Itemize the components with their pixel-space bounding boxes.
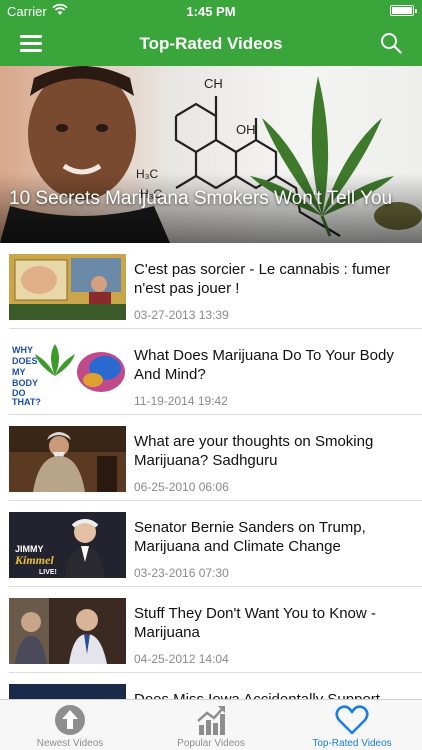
video-thumbnail <box>9 254 126 320</box>
video-date: 06-25-2010 06:06 <box>134 480 229 494</box>
tab-popular-videos[interactable]: Popular Videos <box>141 700 281 750</box>
featured-video[interactable]: CH OH H₃C H₃C 10 Secrets Marijuana Smoke… <box>0 66 422 243</box>
video-title: What are your thoughts on Smoking Mariju… <box>134 433 374 469</box>
video-title: Does Miss Iowa Accidentally Support <box>134 690 410 699</box>
featured-title: 10 Secrets Marijuana Smokers Won't Tell … <box>9 188 393 209</box>
video-thumbnail: JIMMY Kimmel LIVE! <box>9 512 126 578</box>
video-date: 03-27-2013 13:39 <box>134 308 229 322</box>
thumb-text: MY <box>12 367 26 377</box>
tab-label: Top-Rated Videos <box>312 738 392 749</box>
tab-label: Popular Videos <box>177 738 245 749</box>
video-thumbnail: WHY DOES MY BODY DO THAT? <box>9 340 126 406</box>
tab-top-rated-videos[interactable]: Top-Rated Videos <box>282 700 422 750</box>
thumb-text: DOES <box>12 356 38 366</box>
thumb-text: WHY <box>12 345 33 355</box>
tab-newest-videos[interactable]: Newest Videos <box>0 700 140 750</box>
list-item[interactable]: What are your thoughts on Smoking Mariju… <box>0 415 422 501</box>
list-item[interactable]: JIMMY Kimmel LIVE! Senator Bernie Sander… <box>0 501 422 587</box>
clock: 1:45 PM <box>186 4 236 19</box>
chart-icon <box>197 706 225 735</box>
video-title: What Does Marijuana Do To Your Body And … <box>134 347 394 383</box>
list-item[interactable]: Stuff They Don't Want You to Know - Mari… <box>0 587 422 673</box>
thumb-text: LIVE! <box>39 569 57 576</box>
list-item[interactable]: Does Miss Iowa Accidentally Support <box>0 673 422 699</box>
thumb-text: THAT? <box>12 397 41 406</box>
search-icon[interactable] <box>380 32 402 54</box>
list-item[interactable]: C'est pas sorcier - Le cannabis : fumer … <box>0 243 422 329</box>
video-title: C'est pas sorcier - Le cannabis : fumer … <box>134 261 391 297</box>
video-title: Senator Bernie Sanders on Trump, Marijua… <box>134 519 366 555</box>
list-item[interactable]: WHY DOES MY BODY DO THAT? What Does Mari… <box>0 329 422 415</box>
arrow-up-circle-icon <box>55 705 85 735</box>
page-title: Top-Rated Videos <box>139 34 283 53</box>
tab-bar: Newest Videos Popular Videos Top-Rated V… <box>0 699 422 750</box>
thumb-text: Kimmel <box>14 553 54 567</box>
thumb-text: BODY <box>12 378 38 388</box>
video-date: 03-23-2016 07:30 <box>134 566 229 580</box>
video-date: 11-19-2014 19:42 <box>134 394 228 408</box>
video-thumbnail <box>9 598 126 664</box>
video-list[interactable]: C'est pas sorcier - Le cannabis : fumer … <box>0 243 422 699</box>
nav-bar: Top-Rated Videos <box>0 22 422 66</box>
tab-label: Newest Videos <box>36 738 104 749</box>
video-thumbnail <box>9 684 126 699</box>
svg-text:OH: OH <box>236 122 256 137</box>
heart-icon <box>335 705 369 735</box>
video-date: 04-25-2012 14:04 <box>134 652 229 666</box>
battery-icon <box>390 5 417 16</box>
video-title: Stuff They Don't Want You to Know - Mari… <box>134 605 376 641</box>
video-thumbnail <box>9 426 126 492</box>
status-bar: Carrier 1:45 PM <box>0 0 422 22</box>
svg-text:CH: CH <box>204 76 223 91</box>
